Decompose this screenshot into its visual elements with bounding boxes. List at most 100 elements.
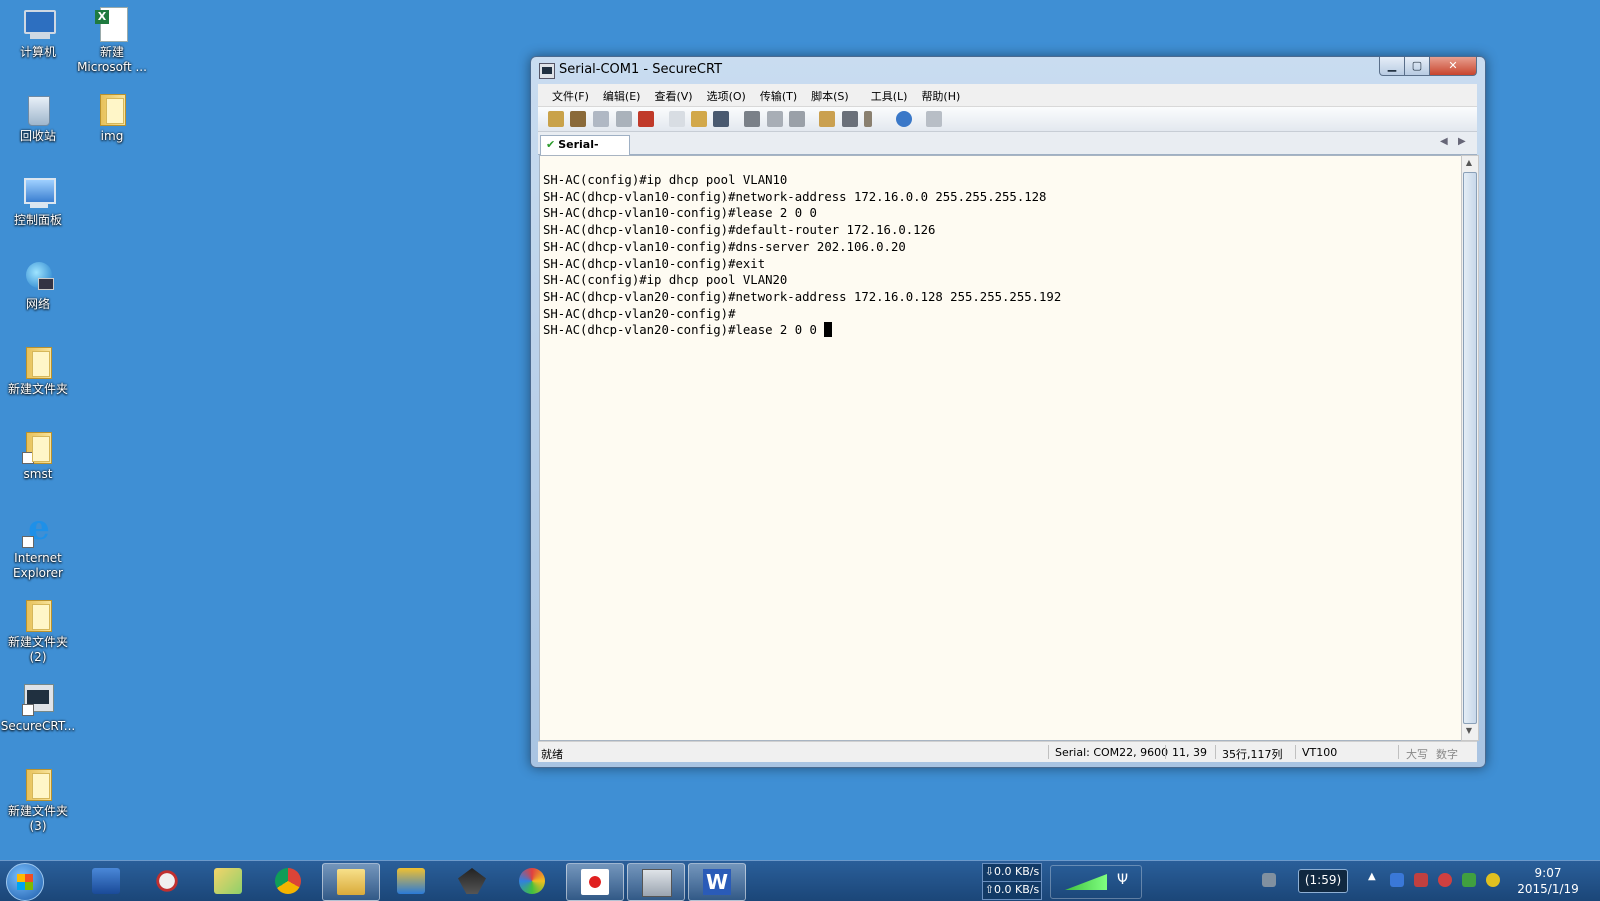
desktop-icon-new-folder[interactable]: 新建文件夹: [0, 343, 76, 397]
desktop-icon-recycle-bin[interactable]: 回收站: [0, 90, 76, 144]
desktop-icon-label: img: [100, 129, 124, 143]
clock[interactable]: 9:07 2015/1/19: [1508, 866, 1588, 896]
update-icon[interactable]: [1486, 873, 1500, 887]
status-terminal-size: 35行,117列: [1222, 748, 1283, 761]
signal-widget[interactable]: Ψ: [1050, 865, 1142, 899]
copy-icon[interactable]: [669, 111, 685, 127]
security-shield-icon[interactable]: [1462, 873, 1476, 887]
status-divider: [1215, 745, 1216, 759]
taskbar-app-red[interactable]: [566, 863, 624, 901]
desktop-icon-internet-explorer[interactable]: Internet Explorer: [0, 512, 76, 581]
keyboard-icon[interactable]: [1262, 873, 1276, 887]
desktop-icon-computer[interactable]: 计算机: [0, 6, 76, 60]
start-button[interactable]: [6, 863, 44, 901]
taskbar: W ⇩0.0 KB/s ⇧0.0 KB/s Ψ (1:59) ▲ 9:07 20…: [0, 860, 1600, 901]
print-selection-icon[interactable]: [789, 111, 805, 127]
vertical-scrollbar[interactable]: ▲ ▼: [1461, 155, 1479, 741]
minimize-toolbar-icon[interactable]: [926, 111, 942, 127]
session-options-icon[interactable]: [819, 111, 835, 127]
menu-file[interactable]: 文件(F): [545, 84, 596, 106]
desktop-icon-img[interactable]: img: [74, 90, 150, 144]
menu-tools[interactable]: 工具(L): [864, 84, 915, 106]
folder-icon: [18, 343, 58, 379]
taskbar-app-securecrt[interactable]: [627, 863, 685, 901]
menu-transfer[interactable]: 传输(T): [753, 84, 804, 106]
desktop-icon-label: 控制面板: [13, 213, 62, 227]
bluetooth-icon[interactable]: [1390, 873, 1404, 887]
tab-scroll-right-icon[interactable]: ▶: [1458, 136, 1466, 147]
securecrt-window: Serial-COM1 - SecureCRT ▁ ▢ ✕ 文件(F) 编辑(E)…: [530, 56, 1486, 768]
menu-script[interactable]: 脚本(S): [804, 84, 856, 106]
desktop-icon-label: Internet Explorer: [13, 551, 63, 580]
desktop-icon-network[interactable]: 网络: [0, 258, 76, 312]
battery-indicator[interactable]: (1:59): [1298, 869, 1348, 893]
close-button[interactable]: ✕: [1429, 57, 1477, 76]
taskbar-app-chrome[interactable]: [261, 863, 317, 899]
help-icon[interactable]: [896, 111, 912, 127]
terminal-line: SH-AC(dhcp-vlan10-config)#lease 2 0 0: [543, 206, 817, 221]
menu-view[interactable]: 查看(V): [647, 84, 699, 106]
maximize-button[interactable]: ▢: [1404, 57, 1430, 76]
app-icon[interactable]: [539, 63, 555, 79]
taskbar-app-explorer[interactable]: [322, 863, 380, 901]
recycle-bin-icon: [18, 90, 58, 126]
terminal-line-current: SH-AC(dhcp-vlan20-config)#lease 2 0 0: [543, 322, 1462, 339]
signal-strength-icon: [1065, 874, 1107, 890]
desktop-icon-label: 新建文件夹: [7, 382, 68, 396]
menu-bar: 文件(F) 编辑(E) 查看(V) 选项(O) 传输(T) 脚本(S) 工具(L) 帮助(H): [538, 84, 1477, 107]
reconnect-icon[interactable]: [616, 111, 632, 127]
taskbar-app-word[interactable]: W: [688, 863, 746, 901]
print-icon[interactable]: [744, 111, 760, 127]
menu-help[interactable]: 帮助(H): [914, 84, 967, 106]
global-options-icon[interactable]: [842, 111, 858, 127]
volume-muted-icon[interactable]: [1438, 873, 1452, 887]
connect-icon[interactable]: [548, 111, 564, 127]
paste-icon[interactable]: [691, 111, 707, 127]
connected-check-icon: ✔: [546, 138, 556, 151]
network-status-icon[interactable]: [1414, 873, 1428, 887]
computer-icon: [18, 6, 58, 42]
status-divider: [1295, 745, 1296, 759]
taskbar-app-folders[interactable]: [200, 863, 256, 899]
desktop-icon-label: 网络: [25, 297, 50, 311]
desktop-icon-excel[interactable]: 新建 Microsoft ...: [74, 6, 150, 75]
connect-in-tab-icon[interactable]: [593, 111, 609, 127]
scroll-up-icon[interactable]: ▲: [1464, 158, 1474, 170]
desktop-icon-new-folder-3[interactable]: 新建文件夹 (3): [0, 765, 76, 834]
taskbar-app-remote-desktop[interactable]: [78, 863, 134, 899]
taskbar-app-tool[interactable]: [444, 863, 500, 899]
status-divider: [1398, 745, 1399, 759]
desktop-icon-label: smst: [23, 467, 53, 481]
desktop-icon-new-folder-2[interactable]: 新建文件夹 (2): [0, 596, 76, 665]
desktop-icon-control-panel[interactable]: 控制面板: [0, 174, 76, 228]
file-explorer-icon: [337, 869, 365, 895]
disconnect-icon[interactable]: [638, 111, 654, 127]
menu-options[interactable]: 选项(O): [700, 84, 753, 106]
desktop-icon-smst[interactable]: smst: [0, 428, 76, 482]
keymap-icon[interactable]: [864, 111, 872, 127]
terminal-line: SH-AC(dhcp-vlan20-config)#network-addres…: [543, 289, 1062, 304]
title-bar[interactable]: Serial-COM1 - SecureCRT ▁ ▢ ✕: [531, 57, 1485, 83]
toolbar: [538, 107, 1477, 132]
mail-app-icon: [397, 868, 425, 894]
scrollbar-thumb[interactable]: [1463, 172, 1477, 724]
folder-icon: [18, 596, 58, 632]
taskbar-app-snipping[interactable]: [139, 863, 195, 899]
terminal-area[interactable]: SH-AC(config)#ip dhcp pool VLAN10 SH-AC(d…: [539, 155, 1463, 741]
terminal-line: SH-AC(dhcp-vlan10-config)#exit: [543, 256, 766, 271]
quick-connect-icon[interactable]: [570, 111, 586, 127]
find-icon[interactable]: [713, 111, 729, 127]
tab-scroll-left-icon[interactable]: ◀: [1440, 136, 1448, 147]
desktop-icon-securecrt[interactable]: SecureCRT...: [0, 680, 76, 734]
scroll-down-icon[interactable]: ▼: [1464, 726, 1474, 738]
tab-serial-com1[interactable]: ✔Serial-COM1: [540, 135, 630, 169]
menu-edit[interactable]: 编辑(E): [596, 84, 648, 106]
taskbar-app-media[interactable]: [505, 863, 561, 899]
folder-shortcut-icon: [18, 428, 58, 464]
minimize-button[interactable]: ▁: [1379, 57, 1405, 76]
print-setup-icon[interactable]: [767, 111, 783, 127]
snipping-tool-icon: [153, 868, 181, 894]
taskbar-app-outlook[interactable]: [383, 863, 439, 899]
tray-expand-icon[interactable]: ▲: [1368, 871, 1376, 882]
status-cursor-position: 11, 39: [1172, 746, 1207, 759]
